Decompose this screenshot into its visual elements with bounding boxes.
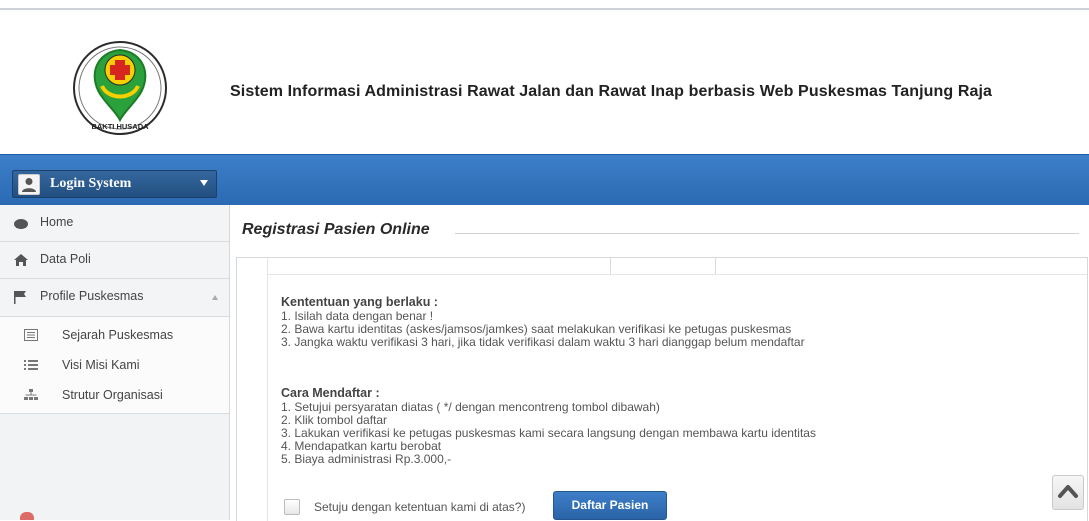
agree-label: Setuju dengan ketentuan kami di atas?) bbox=[314, 500, 526, 514]
sidebar: Home Data Poli Profile Puskesmas Sejarah… bbox=[0, 205, 230, 520]
sidebar-item-label: Profile Puskesmas bbox=[40, 289, 144, 303]
sidebar-item-label: Strutur Organisasi bbox=[62, 388, 163, 402]
rule-line: 3. Jangka waktu verifikasi 3 hari, jika … bbox=[281, 335, 805, 349]
panel-tab bbox=[610, 258, 716, 275]
panel-rule bbox=[267, 274, 1087, 275]
rule-line: 2. Bawa kartu identitas (askes/jamsos/ja… bbox=[281, 322, 792, 336]
rule-line: 1. Isilah data dengan benar ! bbox=[281, 309, 434, 323]
house-icon bbox=[13, 253, 28, 267]
sidebar-item-label: Sejarah Puskesmas bbox=[62, 328, 174, 342]
user-icon bbox=[18, 174, 40, 195]
howto-line: 3. Lakukan verifikasi ke petugas puskesm… bbox=[281, 426, 816, 440]
list-box-icon bbox=[24, 328, 38, 342]
main-content: Registrasi Pasien Online Kententuan yang… bbox=[230, 205, 1089, 521]
sidebar-item-home[interactable]: Home bbox=[0, 205, 229, 242]
daftar-pasien-button[interactable]: Daftar Pasien bbox=[553, 491, 667, 520]
chevron-down-icon bbox=[200, 180, 208, 186]
chevron-up-icon bbox=[1058, 485, 1078, 498]
submenu-profile: Sejarah Puskesmas Visi Misi Kami Strutur… bbox=[0, 317, 229, 414]
site-title: Sistem Informasi Administrasi Rawat Jala… bbox=[230, 83, 993, 100]
howto-line: 2. Klik tombol daftar bbox=[281, 413, 388, 427]
rules-heading: Kententuan yang berlaku : bbox=[281, 295, 438, 309]
howto-heading: Cara Mendaftar : bbox=[281, 386, 380, 400]
agree-checkbox[interactable] bbox=[284, 499, 300, 515]
top-navbar: Login System bbox=[0, 154, 1089, 205]
sidebar-item-visi-misi[interactable]: Visi Misi Kami bbox=[0, 350, 229, 380]
site-header: BAKTI HUSADA Sistem Informasi Administra… bbox=[0, 10, 1089, 154]
chevron-up-icon bbox=[212, 295, 218, 300]
sidebar-item-label: Home bbox=[40, 215, 74, 229]
sidebar-item-data-poli[interactable]: Data Poli bbox=[0, 242, 229, 279]
howto-line: 4. Mendapatkan kartu berobat bbox=[281, 439, 442, 453]
home-icon bbox=[13, 216, 28, 230]
scroll-to-top-button[interactable] bbox=[1052, 475, 1084, 510]
sidebar-item-label: Data Poli bbox=[40, 252, 91, 266]
login-system-label: Login System bbox=[50, 176, 132, 191]
howto-line: 5. Biaya administrasi Rp.3.000,- bbox=[281, 452, 452, 466]
sidebar-item-label: Visi Misi Kami bbox=[62, 358, 140, 372]
sidebar-item-struktur[interactable]: Strutur Organisasi bbox=[0, 380, 229, 410]
org-chart-icon bbox=[24, 388, 38, 402]
partial-icon bbox=[20, 512, 34, 520]
list-icon bbox=[24, 358, 38, 372]
registration-panel: Kententuan yang berlaku : 1. Isilah data… bbox=[236, 257, 1088, 521]
title-divider bbox=[455, 233, 1079, 234]
login-system-dropdown[interactable]: Login System bbox=[8, 167, 217, 198]
panel-divider bbox=[267, 258, 268, 521]
howto-line: 1. Setujui persyaratan diatas ( */ denga… bbox=[281, 400, 660, 414]
page-title: Registrasi Pasien Online bbox=[242, 221, 430, 238]
bakti-husada-logo: BAKTI HUSADA bbox=[72, 28, 168, 148]
flag-icon bbox=[13, 290, 27, 304]
sidebar-item-sejarah[interactable]: Sejarah Puskesmas bbox=[0, 320, 229, 350]
sidebar-item-profile-puskesmas[interactable]: Profile Puskesmas bbox=[0, 279, 229, 317]
logo-text: BAKTI HUSADA bbox=[91, 122, 149, 131]
